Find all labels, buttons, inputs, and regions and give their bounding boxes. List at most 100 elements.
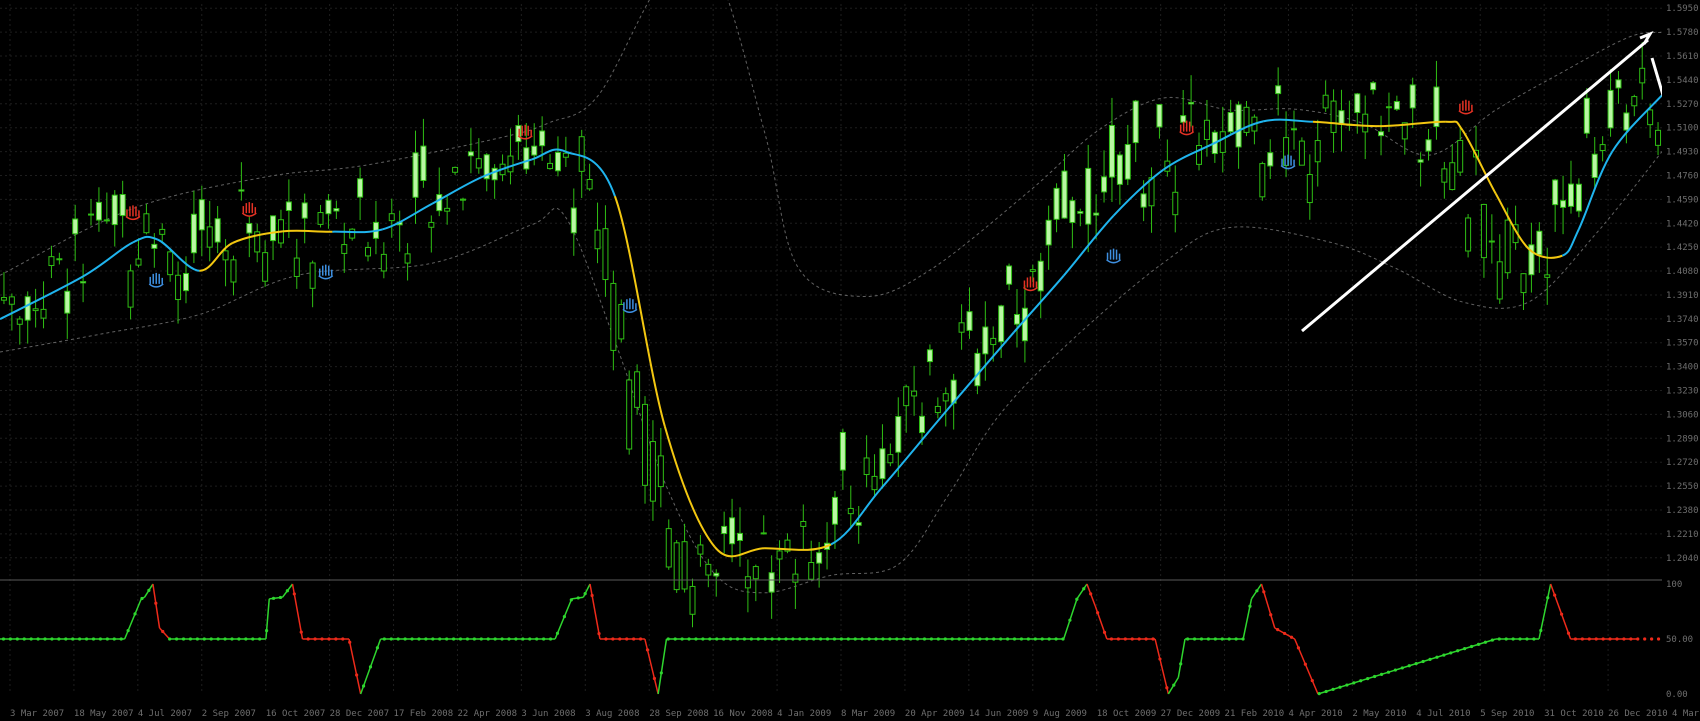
candle: [1457, 125, 1464, 176]
candle: [1314, 119, 1321, 187]
candle: [1180, 89, 1187, 124]
candle-body: [32, 308, 39, 312]
candle-body: [974, 352, 981, 387]
candle: [713, 569, 720, 597]
osc-point: [1483, 640, 1488, 644]
candle-body: [1385, 106, 1392, 109]
osc-point: [265, 629, 269, 633]
osc-point: [825, 637, 830, 641]
osc-point: [749, 637, 753, 641]
candle-body: [1116, 154, 1123, 185]
candle-body: [570, 207, 577, 234]
candle-body: [1108, 124, 1115, 178]
osc-point: [1580, 637, 1584, 641]
candle: [1259, 161, 1266, 201]
candle-body: [871, 475, 878, 491]
blue-hand-icon-shape: [1106, 248, 1122, 264]
candle-body: [1156, 104, 1163, 128]
osc-point: [971, 637, 975, 641]
osc-point: [922, 637, 927, 641]
candle-body: [16, 318, 23, 325]
candle-body: [1591, 153, 1598, 179]
candle-body: [1322, 94, 1329, 109]
osc-point: [15, 637, 19, 641]
osc-point: [1525, 637, 1529, 641]
candle: [618, 299, 625, 343]
osc-point: [202, 637, 206, 641]
candle-body: [444, 207, 451, 212]
osc-point: [403, 637, 407, 641]
candle: [56, 252, 63, 265]
candle-body: [800, 521, 807, 527]
candle: [1615, 71, 1622, 104]
candle-body: [341, 244, 348, 254]
candle: [721, 511, 728, 554]
candle-body: [420, 145, 427, 182]
candle-body: [689, 585, 696, 615]
osc-point: [1629, 637, 1633, 641]
candle: [1560, 175, 1567, 235]
candle-body: [159, 228, 166, 235]
osc-point: [659, 671, 663, 675]
osc-segment: [582, 583, 591, 598]
osc-point: [327, 637, 331, 641]
osc-point: [1546, 596, 1550, 600]
candle-body: [926, 349, 933, 363]
candle-body: [523, 147, 530, 170]
candle-body: [1536, 230, 1543, 256]
osc-point: [334, 637, 338, 641]
candle-body: [1560, 200, 1567, 208]
candle: [926, 344, 933, 376]
candle-body: [40, 308, 47, 319]
osc-point: [119, 637, 123, 641]
x-tick-label: 26 Dec 2010: [1608, 709, 1668, 719]
candle-body: [634, 371, 641, 408]
candle: [729, 498, 736, 563]
osc-point: [1504, 637, 1508, 641]
y-tick-label: 1.4080: [1666, 267, 1699, 277]
candle: [206, 200, 213, 262]
x-tick-label: 3 Aug 2008: [585, 709, 639, 719]
candle-body: [681, 541, 688, 590]
candle: [1188, 75, 1195, 127]
candle-body: [1338, 110, 1345, 125]
candle: [1101, 150, 1108, 203]
candle-body: [1465, 217, 1472, 252]
osc-point: [1650, 637, 1654, 641]
osc-point: [1338, 685, 1342, 689]
candle: [1045, 205, 1052, 270]
osc-point: [819, 637, 823, 641]
candle: [626, 370, 633, 455]
candle-body: [1029, 269, 1036, 272]
candle: [452, 166, 459, 175]
candle: [1544, 247, 1551, 305]
candle: [942, 387, 949, 427]
candle-body: [942, 393, 949, 402]
candle-body: [1639, 67, 1646, 84]
osc-point: [722, 637, 726, 641]
candle: [1567, 160, 1574, 214]
osc-point: [1012, 637, 1017, 641]
osc-point: [1289, 635, 1294, 639]
x-tick-label: 14 Jun 2009: [969, 709, 1029, 719]
candle: [1330, 89, 1337, 153]
candle: [1164, 139, 1171, 177]
candle-body: [1425, 139, 1432, 152]
x-tick-label: 28 Sep 2008: [649, 709, 709, 719]
osc-point: [1123, 637, 1127, 641]
candle: [1370, 80, 1377, 95]
candle: [1053, 183, 1060, 233]
osc-point: [929, 637, 934, 641]
osc-point: [1608, 637, 1612, 641]
osc-point: [915, 637, 920, 641]
candle-body: [752, 566, 759, 580]
x-tick-label: 9 Aug 2009: [1033, 709, 1087, 719]
candle-body: [903, 386, 910, 407]
candle: [475, 138, 482, 174]
candle-body: [1655, 129, 1662, 146]
candle: [649, 420, 656, 521]
candle-body: [459, 198, 466, 201]
candle: [135, 238, 142, 268]
osc-point: [1109, 637, 1114, 641]
blue-hand-icon: [1106, 248, 1122, 264]
